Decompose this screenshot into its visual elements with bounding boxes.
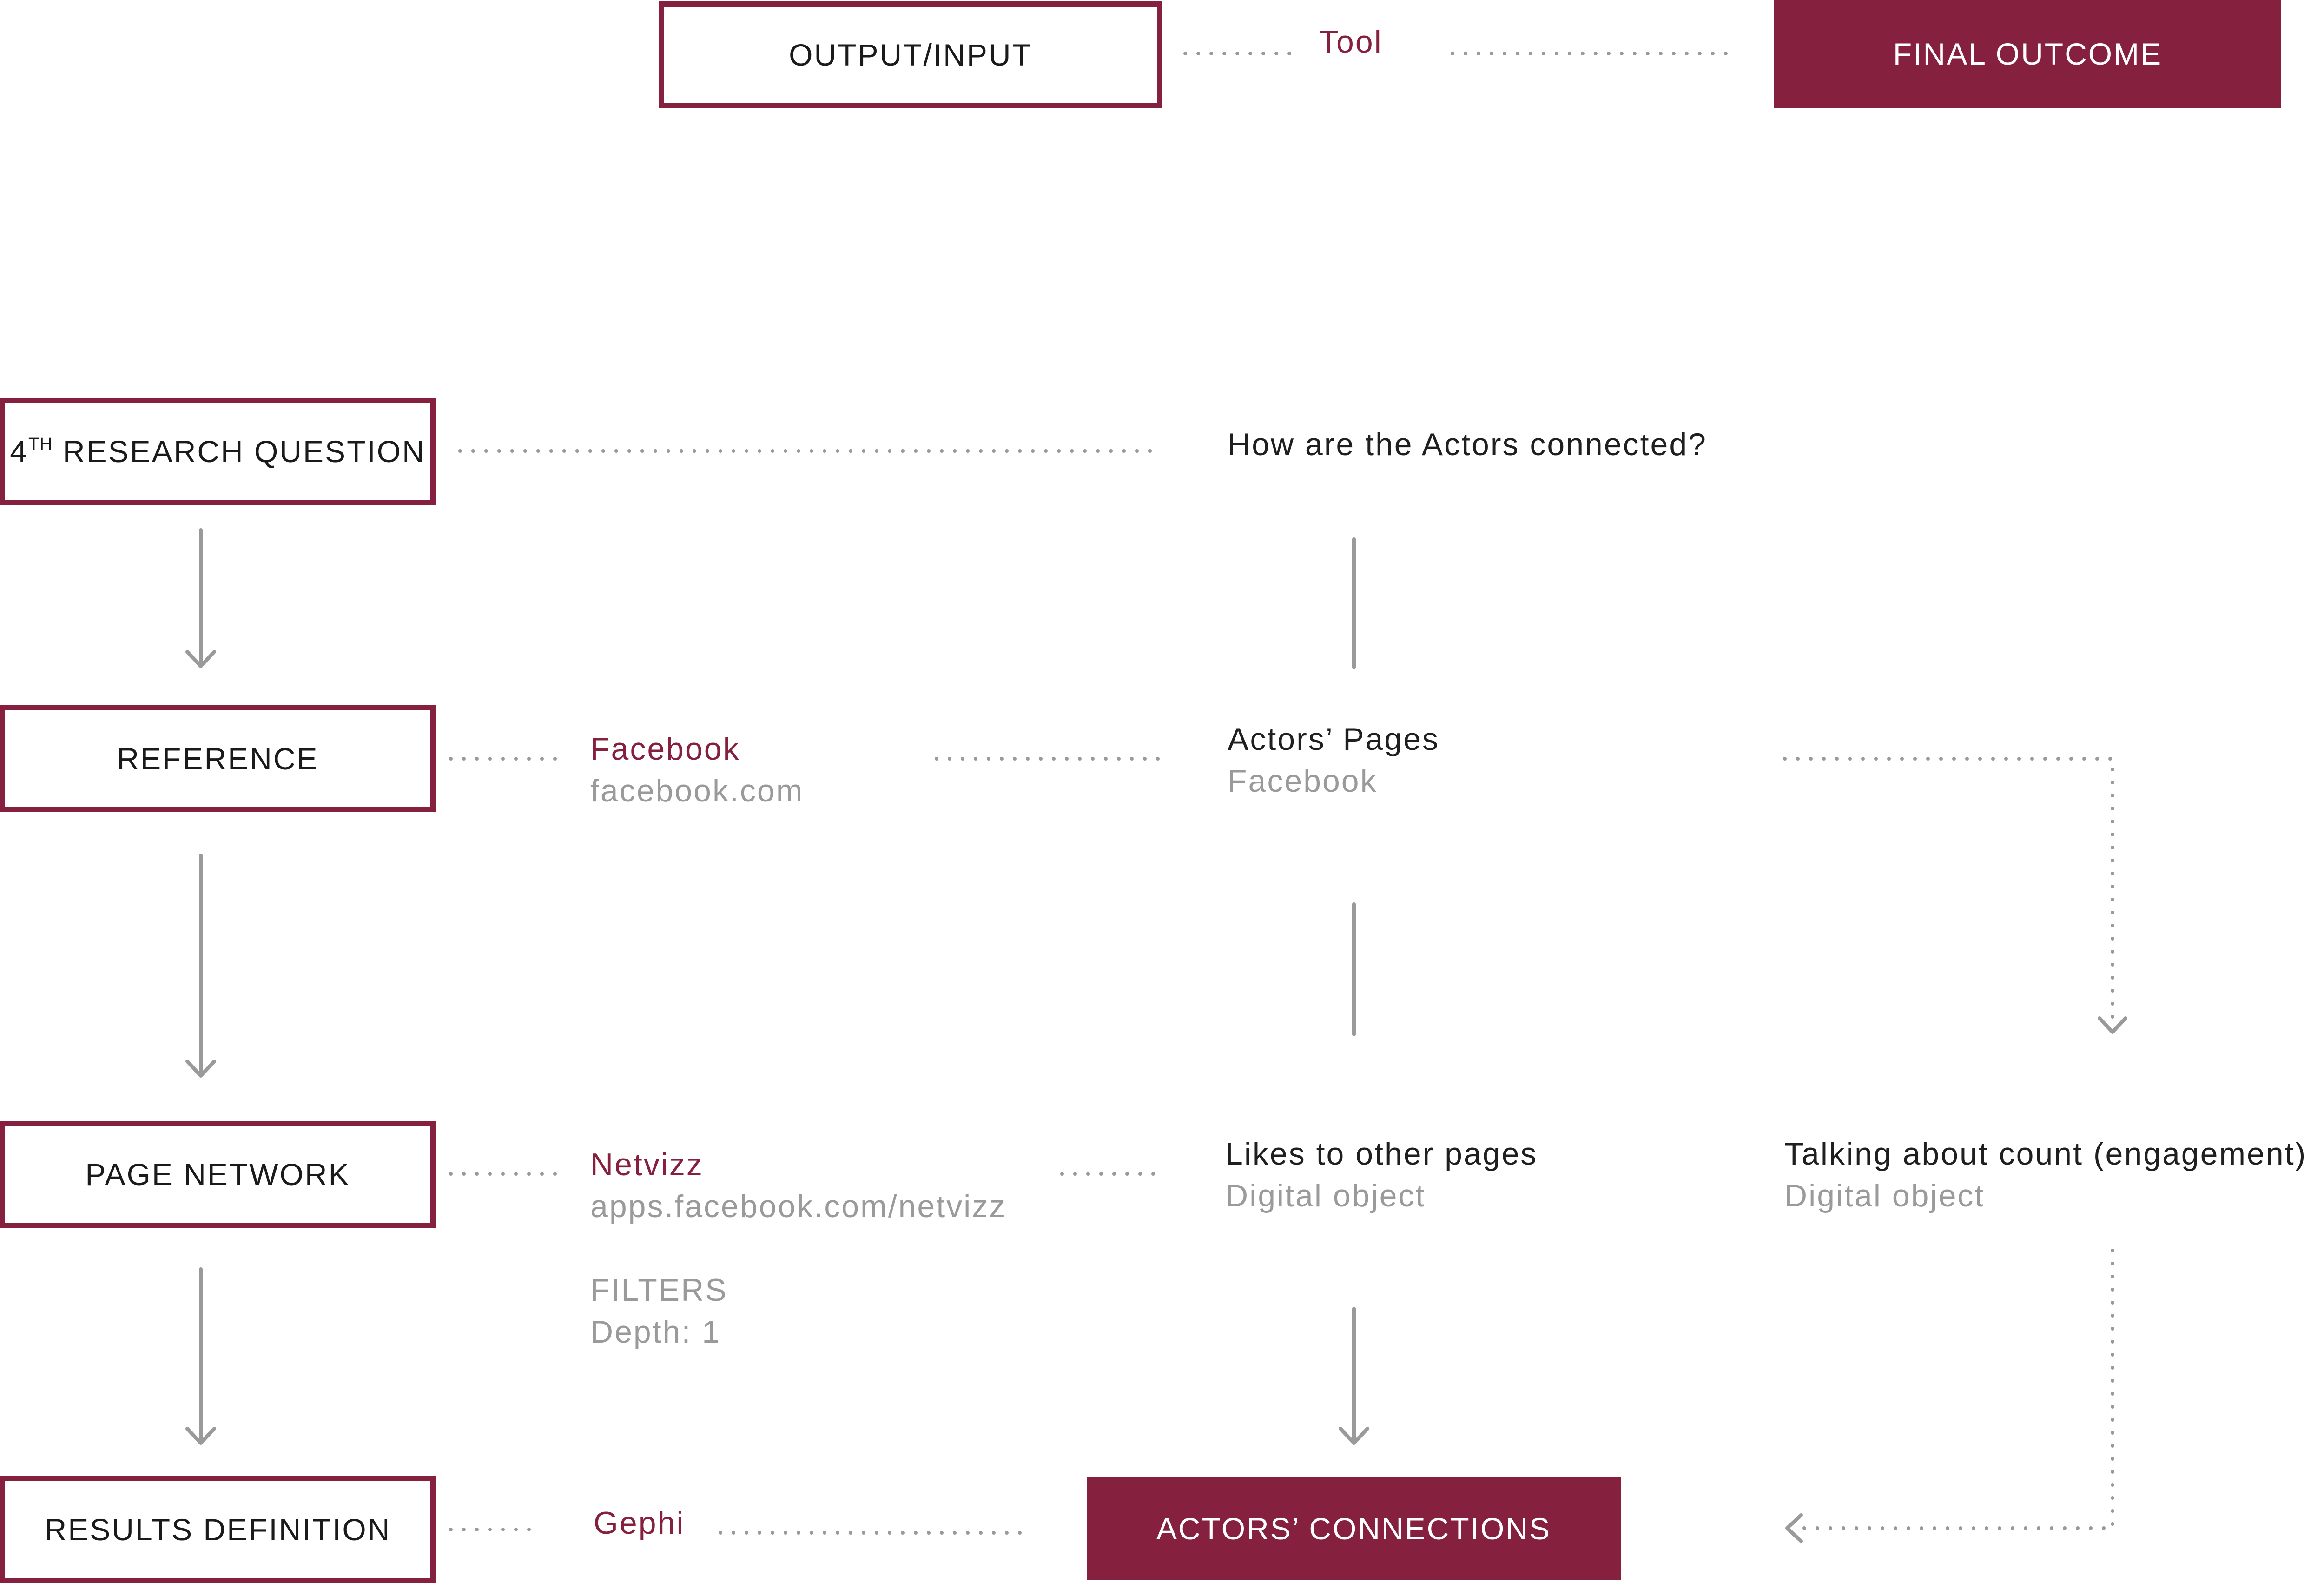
legend-output-input-box: OUTPUT/INPUT: [659, 1, 1162, 108]
tool-netvizz-filters-value: Depth: 1: [590, 1314, 721, 1350]
tool-netvizz-filters-label: FILTERS: [590, 1272, 728, 1308]
research-question-text: RESEARCH QUESTION: [53, 434, 426, 469]
legend-tool-label: Tool: [1319, 24, 1383, 60]
reference-label: REFERENCE: [117, 742, 319, 776]
actors-pages-title: Actors’ Pages: [1228, 722, 1439, 757]
legend-final-outcome-label: FINAL OUTCOME: [1893, 37, 2163, 71]
branch-dots-bottom: [1792, 1249, 2114, 1530]
actors-connections-outcome-box: ACTORS’ CONNECTIONS: [1087, 1477, 1621, 1580]
actors-connections-label: ACTORS’ CONNECTIONS: [1156, 1511, 1552, 1546]
arrowhead-branch-down: [2098, 1016, 2127, 1034]
page-network-box: PAGE NETWORK: [0, 1121, 436, 1228]
tool-gephi-name: Gephi: [594, 1505, 685, 1541]
tool-facebook-url: facebook.com: [590, 773, 804, 808]
research-question-text-node: How are the Actors connected?: [1228, 427, 1707, 462]
research-question-label: 4TH RESEARCH QUESTION: [10, 434, 425, 469]
workflow-diagram: OUTPUT/INPUT Tool FINAL OUTCOME 4TH RESE…: [0, 0, 2324, 1583]
reference-box: REFERENCE: [0, 705, 436, 812]
likes-title: Likes to other pages: [1225, 1136, 1538, 1172]
talking-about-subtitle: Digital object: [1784, 1178, 1985, 1213]
tool-netvizz-url: apps.facebook.com/netvizz: [590, 1189, 1007, 1224]
branch-dots-top: [1783, 757, 2114, 1020]
results-definition-box: RESULTS DEFINITION: [0, 1476, 436, 1583]
arrowhead-branch-left: [1785, 1513, 1803, 1543]
page-network-label: PAGE NETWORK: [85, 1157, 350, 1192]
results-definition-label: RESULTS DEFINITION: [44, 1512, 391, 1547]
legend-final-outcome-box: FINAL OUTCOME: [1774, 0, 2281, 108]
research-question-number: 4: [10, 434, 28, 469]
legend-output-input-label: OUTPUT/INPUT: [789, 37, 1032, 72]
tool-netvizz-name: Netvizz: [590, 1147, 704, 1182]
research-question-ordinal: TH: [28, 435, 53, 454]
research-question-box: 4TH RESEARCH QUESTION: [0, 398, 436, 505]
actors-pages-subtitle: Facebook: [1228, 763, 1378, 799]
likes-subtitle: Digital object: [1225, 1178, 1426, 1213]
tool-facebook-name: Facebook: [590, 731, 740, 767]
talking-about-title: Talking about count (engagement): [1784, 1136, 2307, 1172]
